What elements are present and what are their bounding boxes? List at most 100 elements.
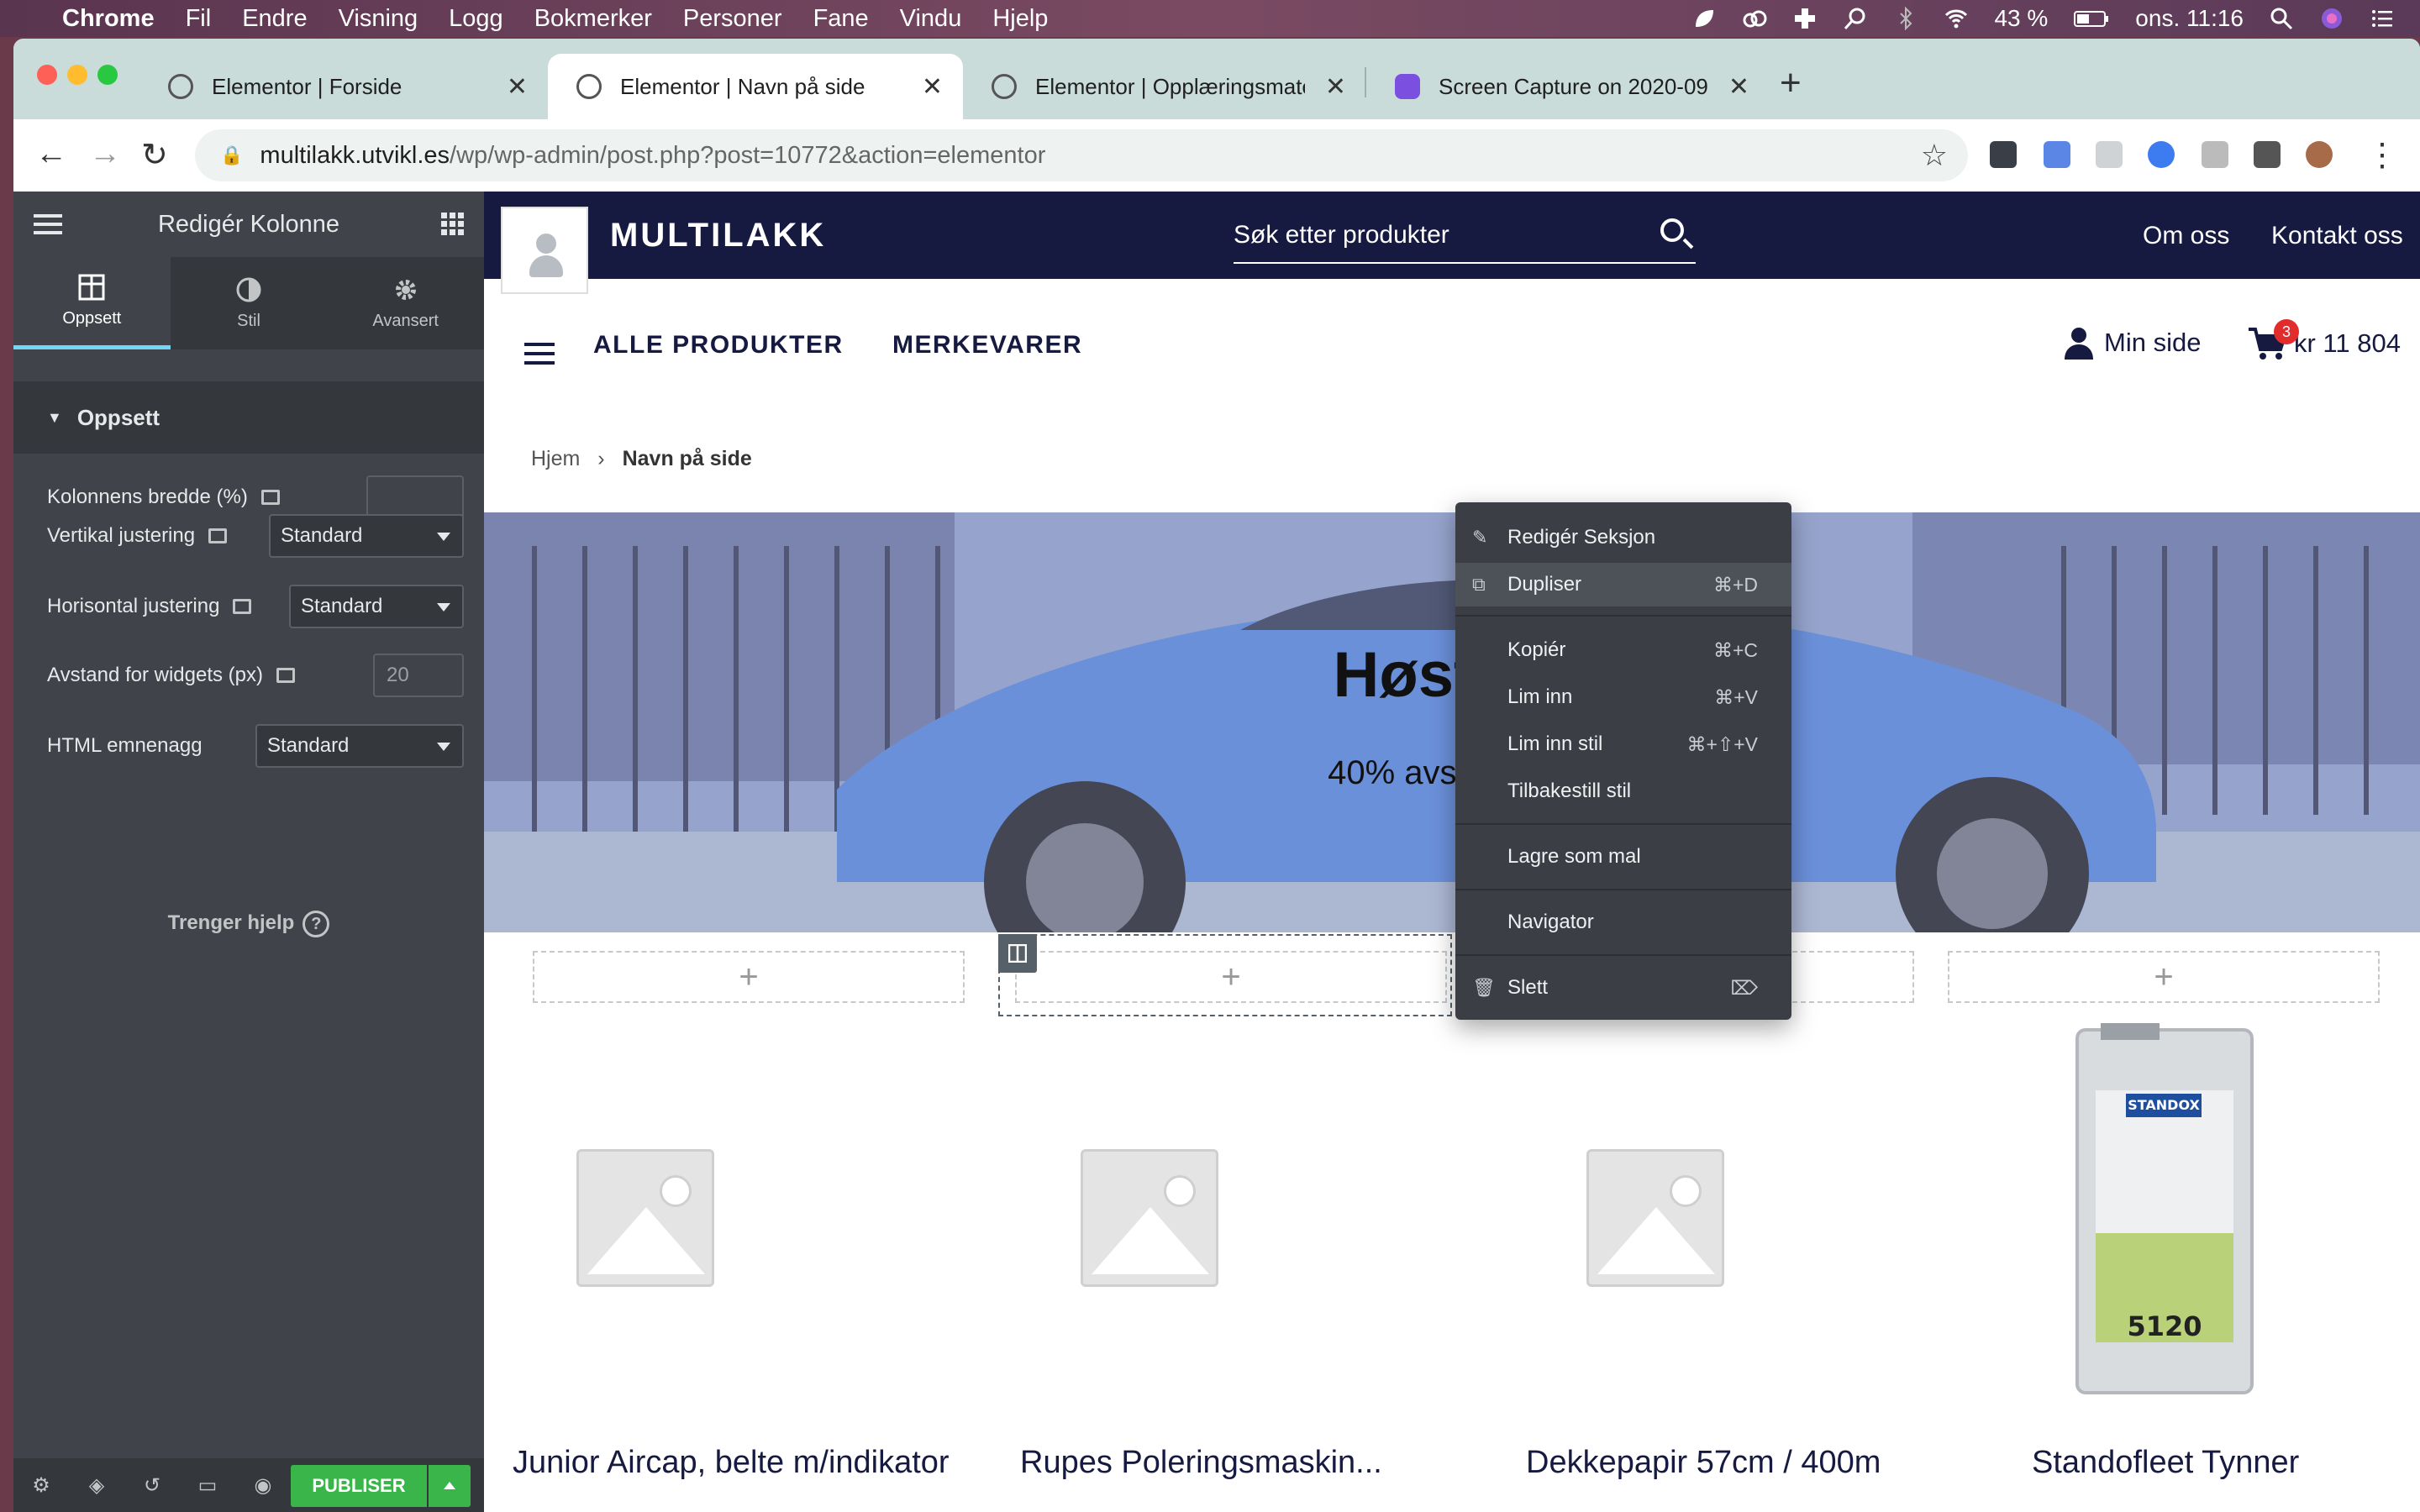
spotlight-icon[interactable] — [2269, 6, 2294, 31]
history-icon[interactable]: ↺ — [124, 1473, 180, 1498]
creative-cloud-icon[interactable] — [1742, 6, 1767, 31]
extension-icon[interactable] — [2148, 141, 2175, 168]
widgets-grid-icon[interactable] — [440, 212, 466, 237]
settings-gear-icon[interactable]: ⚙ — [13, 1473, 69, 1498]
tab-forside[interactable]: Elementor | Forside ✕ — [139, 54, 548, 119]
hamburger-icon[interactable] — [34, 212, 62, 237]
menu-logg[interactable]: Logg — [449, 5, 503, 33]
ctx-lim-inn[interactable]: Lim inn ⌘+V — [1455, 675, 1791, 719]
search-icon[interactable] — [1660, 218, 1684, 242]
ctx-dupliser[interactable]: ⧉ Dupliser ⌘+D — [1455, 563, 1791, 606]
reload-button[interactable]: ↻ — [141, 136, 168, 174]
responsive-desktop-icon[interactable] — [208, 528, 228, 543]
plus-cross-icon[interactable] — [1792, 6, 1818, 31]
vertical-align-select[interactable]: Standard — [269, 514, 464, 558]
cart-link[interactable]: 3 kr 11 804 — [2247, 319, 2401, 361]
responsive-desktop-icon[interactable] — [233, 599, 252, 614]
responsive-mode-icon[interactable]: ▭ — [180, 1473, 235, 1498]
profile-avatar[interactable] — [2306, 141, 2333, 168]
leaf-icon[interactable] — [1691, 6, 1717, 31]
menu-endre[interactable]: Endre — [242, 5, 307, 33]
preview-eye-icon[interactable]: ◉ — [235, 1473, 291, 1498]
kebab-menu-icon[interactable]: ⋮ — [2366, 136, 2398, 174]
wifi-icon[interactable] — [1944, 6, 1969, 31]
address-bar[interactable]: 🔒 multilakk.utvikl.es /wp/wp-admin/post.… — [195, 129, 1968, 181]
bookmark-star-icon[interactable]: ☆ — [1921, 138, 1948, 173]
camera-icon[interactable] — [2202, 141, 2228, 168]
menu-vindu[interactable]: Vindu — [900, 5, 962, 33]
close-window-button[interactable] — [37, 65, 57, 85]
tab-screen-capture[interactable]: Screen Capture on 2020-09-2 ✕ — [1366, 54, 1770, 119]
puzzle-icon[interactable] — [2254, 141, 2281, 168]
extension-icon[interactable] — [1990, 141, 2017, 168]
main-navigation: ALLE PRODUKTER MERKEVARER Min side 3 kr … — [484, 279, 2420, 413]
ctx-lim-inn-stil[interactable]: Lim inn stil ⌘+⇧+V — [1455, 722, 1791, 766]
link-kontakt-oss[interactable]: Kontakt oss — [2271, 222, 2403, 250]
notification-center-icon[interactable] — [2370, 6, 2395, 31]
ctx-kopier[interactable]: Kopiér ⌘+C — [1455, 628, 1791, 672]
product-name[interactable]: Standofleet Tynner — [2032, 1441, 2420, 1483]
ctx-lagre-som-mal[interactable]: Lagre som mal — [1455, 835, 1791, 879]
close-tab-icon[interactable]: ✕ — [1325, 72, 1346, 102]
forward-button[interactable]: → — [89, 136, 121, 172]
tab-oppsett[interactable]: Oppsett — [13, 257, 171, 349]
new-tab-button[interactable]: + — [1780, 62, 1802, 104]
tab-opplaeringsmateriell[interactable]: Elementor | Opplæringsmaterie ✕ — [963, 54, 1366, 119]
nav-alle-produkter[interactable]: ALLE PRODUKTER — [593, 331, 844, 360]
product-search-input[interactable]: Søk etter produkter — [1234, 208, 1696, 264]
ctx-rediger-seksjon[interactable]: ✎ Redigér Seksjon — [1455, 516, 1791, 559]
menu-hjelp[interactable]: Hjelp — [992, 5, 1048, 33]
section-toggle-oppsett[interactable]: ▼ Oppsett — [13, 381, 484, 454]
add-widget-dropzone[interactable]: + — [533, 951, 965, 1003]
html-tag-select[interactable]: Standard — [255, 724, 464, 768]
brand-logo[interactable]: MULTILAKK — [610, 217, 826, 255]
product-name[interactable]: Dekkepapir 57cm / 400m — [1526, 1441, 1963, 1483]
product-name[interactable]: Junior Aircap, belte m/indikator — [513, 1441, 950, 1483]
menu-bokmerker[interactable]: Bokmerker — [534, 5, 652, 33]
tab-stil[interactable]: Stil — [171, 257, 328, 349]
widget-gap-input[interactable]: 20 — [373, 654, 464, 697]
column-handle[interactable] — [998, 934, 1037, 973]
dropdown-arrow-icon — [437, 533, 450, 541]
menu-fil[interactable]: Fil — [186, 5, 212, 33]
responsive-desktop-icon[interactable] — [260, 490, 280, 505]
nav-merkevarer[interactable]: MERKEVARER — [892, 331, 1082, 360]
breadcrumb-home[interactable]: Hjem — [531, 447, 580, 470]
menu-app-name[interactable]: Chrome — [62, 5, 155, 33]
layers-icon[interactable]: ◈ — [69, 1473, 124, 1498]
horizontal-align-select[interactable]: Standard — [289, 585, 464, 628]
menu-fane[interactable]: Fane — [813, 5, 869, 33]
publish-options-button[interactable] — [429, 1465, 471, 1507]
close-tab-icon[interactable]: ✕ — [507, 72, 528, 102]
add-widget-dropzone[interactable]: + — [1948, 951, 2380, 1003]
tab-navn-pa-side[interactable]: Elementor | Navn på side ✕ — [548, 54, 963, 119]
publish-button[interactable]: PUBLISER — [291, 1465, 427, 1507]
ctx-slett[interactable]: 🗑 Slett ⌦ — [1455, 966, 1791, 1010]
link-om-oss[interactable]: Om oss — [2143, 222, 2229, 250]
ctx-navigator[interactable]: Navigator — [1455, 900, 1791, 944]
menu-visning[interactable]: Visning — [339, 5, 418, 33]
back-button[interactable]: ← — [35, 136, 67, 172]
menu-personer[interactable]: Personer — [683, 5, 782, 33]
minimize-window-button[interactable] — [67, 65, 87, 85]
product-name[interactable]: Rupes Poleringsmaskin... — [1020, 1441, 1457, 1483]
hero-section[interactable]: Høstkar 40% avslag på a — [484, 512, 2420, 932]
bluetooth-icon[interactable] — [1893, 6, 1918, 31]
breadcrumb: Hjem › Navn på side — [531, 447, 752, 471]
help-link[interactable]: Trenger hjelp? — [13, 911, 484, 937]
extension-icon[interactable] — [2096, 141, 2123, 168]
magnifier-tray-icon[interactable] — [1843, 6, 1868, 31]
extension-icon[interactable] — [2044, 141, 2070, 168]
siri-icon[interactable] — [2319, 6, 2344, 31]
tab-avansert[interactable]: Avansert — [327, 257, 484, 349]
account-link[interactable]: Min side — [2064, 326, 2201, 360]
lock-icon[interactable]: 🔒 — [220, 144, 243, 166]
close-tab-icon[interactable]: ✕ — [922, 72, 943, 102]
clock[interactable]: ons. 11:16 — [2135, 5, 2244, 32]
ctx-tilbakestill-stil[interactable]: Tilbakestill stil — [1455, 769, 1791, 813]
zoom-window-button[interactable] — [97, 65, 118, 85]
battery-icon[interactable] — [2073, 6, 2110, 31]
responsive-desktop-icon[interactable] — [276, 668, 296, 683]
hamburger-icon[interactable] — [524, 341, 555, 366]
close-tab-icon[interactable]: ✕ — [1728, 72, 1749, 102]
